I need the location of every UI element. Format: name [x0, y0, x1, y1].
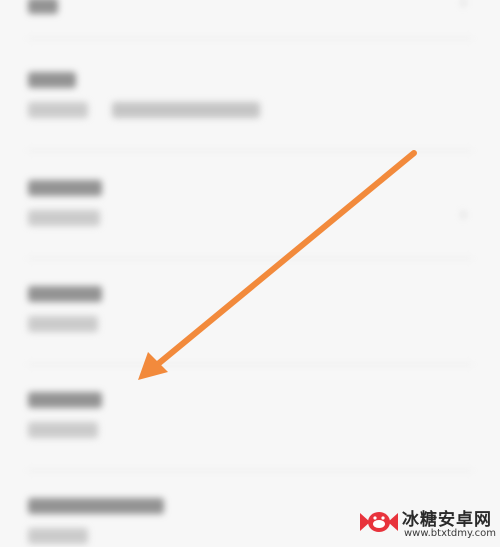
row-value-placeholder	[112, 102, 260, 118]
divider	[28, 38, 472, 39]
chevron-right-icon: ›	[460, 0, 468, 13]
row-label-placeholder	[28, 72, 76, 88]
chevron-right-icon: ›	[460, 204, 468, 225]
row-label-placeholder	[28, 392, 102, 408]
row-value-placeholder	[28, 528, 88, 544]
watermark-title: 冰糖安卓网	[402, 510, 492, 530]
row-value-placeholder	[28, 316, 98, 332]
row-value-placeholder	[28, 210, 100, 226]
row-value-placeholder	[28, 422, 98, 438]
watermark: 冰糖安卓网 www.btxtdmy.com	[360, 503, 497, 543]
candy-logo-icon	[360, 512, 398, 532]
row-label-placeholder	[28, 286, 102, 302]
settings-screen: › › 冰糖安卓网 www.btxtdmy.com	[0, 0, 500, 547]
divider	[28, 258, 472, 259]
divider	[28, 150, 472, 151]
row-label-placeholder	[28, 498, 164, 514]
blurred-settings-list: › ›	[0, 0, 500, 547]
row-label-placeholder	[28, 0, 58, 14]
row-label-placeholder	[28, 180, 102, 196]
divider	[28, 364, 472, 365]
divider	[28, 470, 472, 471]
row-value-placeholder	[28, 102, 88, 118]
watermark-url: www.btxtdmy.com	[404, 528, 497, 539]
